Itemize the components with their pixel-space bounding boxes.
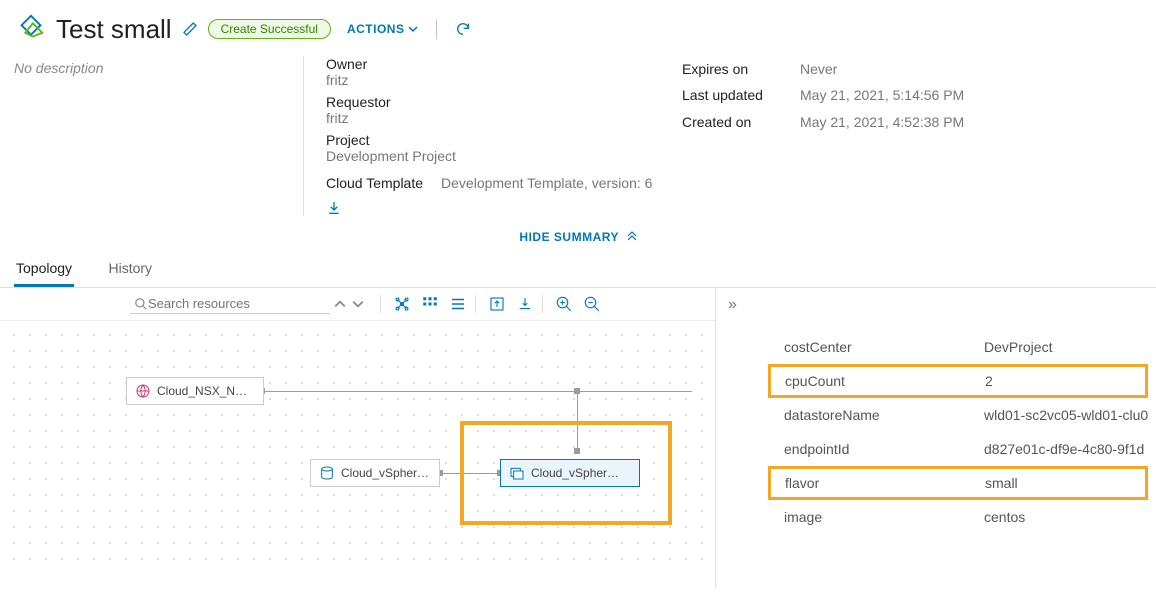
download-icon[interactable]: [326, 200, 682, 216]
summary-right-col: Expires on Never Last updated May 21, 2021…: [682, 56, 1142, 216]
property-key: costCenter: [784, 339, 984, 355]
requestor-label: Requestor: [326, 94, 682, 110]
workspace: Cloud_NSX_N… Cloud_vSpher… Cloud_vSpher……: [0, 288, 1156, 588]
hide-summary-button[interactable]: HIDE SUMMARY: [0, 216, 1156, 252]
summary-section: No description Owner fritz Requestor fri…: [0, 50, 1156, 216]
prev-icon[interactable]: [334, 298, 346, 310]
tabs: Topology History: [0, 252, 1156, 288]
updated-value: May 21, 2021, 5:14:56 PM: [800, 84, 964, 106]
node-label: Cloud_vSpher…: [531, 466, 619, 480]
description: No description: [14, 56, 304, 216]
node-label: Cloud_vSpher…: [341, 466, 429, 480]
export-icon[interactable]: [488, 295, 506, 313]
property-key: image: [784, 509, 984, 525]
hide-summary-label: HIDE SUMMARY: [519, 230, 618, 244]
collapse-panel-icon[interactable]: »: [728, 296, 737, 314]
grid-view-icon[interactable]: [421, 295, 439, 313]
property-row-costCenter: costCenterDevProject: [784, 330, 1156, 364]
property-row-flavor: flavorsmall: [768, 466, 1148, 500]
node-nsx[interactable]: Cloud_NSX_N…: [126, 377, 264, 405]
property-key: cpuCount: [785, 373, 985, 389]
created-value: May 21, 2021, 4:52:38 PM: [800, 111, 964, 133]
expires-value: Never: [800, 58, 837, 80]
property-key: flavor: [785, 475, 985, 491]
zoom-in-icon[interactable]: [555, 295, 573, 313]
properties-panel: » costCenterDevProjectcpuCount2datastore…: [716, 288, 1156, 588]
actions-label: ACTIONS: [347, 22, 405, 36]
updated-label: Last updated: [682, 84, 782, 106]
property-value: DevProject: [984, 339, 1156, 355]
property-value: 2: [985, 373, 1145, 389]
chevron-down-icon: [408, 24, 418, 34]
property-value: centos: [984, 509, 1156, 525]
refresh-icon[interactable]: [455, 21, 471, 37]
topology-canvas[interactable]: Cloud_NSX_N… Cloud_vSpher… Cloud_vSpher…: [0, 321, 715, 561]
property-value: d827e01c-df9e-4c80-9f1d: [984, 441, 1156, 457]
node-label: Cloud_NSX_N…: [157, 384, 247, 398]
node-vm-selected[interactable]: Cloud_vSpher…: [500, 459, 640, 487]
actions-button[interactable]: ACTIONS: [347, 22, 419, 36]
divider: [436, 19, 437, 39]
edit-icon[interactable]: [182, 21, 198, 37]
project-value: Development Project: [326, 148, 682, 164]
property-value: wld01-sc2vc05-wld01-clu0: [984, 407, 1156, 423]
property-row-image: imagecentos: [784, 500, 1156, 534]
property-value: small: [985, 475, 1145, 491]
status-badge: Create Successful: [208, 19, 331, 39]
logo-title: Test small: [14, 12, 172, 46]
property-key: endpointId: [784, 441, 984, 457]
property-row-endpointId: endpointIdd827e01c-df9e-4c80-9f1d: [784, 432, 1156, 466]
vm-icon: [509, 465, 525, 481]
property-key: datastoreName: [784, 407, 984, 423]
chevron-up-icon: [627, 230, 637, 244]
search-icon: [134, 297, 148, 311]
disk-icon: [319, 465, 335, 481]
search-box[interactable]: [130, 294, 330, 314]
created-label: Created on: [682, 111, 782, 133]
project-label: Project: [326, 132, 682, 148]
logo-icon: [14, 12, 48, 46]
tab-topology[interactable]: Topology: [14, 252, 74, 287]
requestor-value: fritz: [326, 110, 682, 126]
property-row-datastoreName: datastoreNamewld01-sc2vc05-wld01-clu0: [784, 398, 1156, 432]
tab-history[interactable]: History: [107, 252, 155, 284]
property-row-cpuCount: cpuCount2: [768, 364, 1148, 398]
next-icon[interactable]: [352, 298, 364, 310]
search-nav: [334, 298, 364, 310]
properties-list: costCenterDevProjectcpuCount2datastoreNa…: [716, 300, 1156, 534]
summary-left-col: Owner fritz Requestor fritz Project Deve…: [304, 56, 682, 216]
network-icon: [135, 383, 151, 399]
owner-label: Owner: [326, 56, 682, 72]
deployment-header: Test small Create Successful ACTIONS: [0, 0, 1156, 50]
zoom-out-icon[interactable]: [583, 295, 601, 313]
template-value: Development Template, version: 6: [441, 172, 652, 194]
canvas-toolbar: [0, 288, 715, 321]
expires-label: Expires on: [682, 58, 782, 80]
node-disk[interactable]: Cloud_vSpher…: [310, 459, 440, 487]
owner-value: fritz: [326, 72, 682, 88]
page-title: Test small: [56, 14, 172, 45]
graph-view-icon[interactable]: [393, 295, 411, 313]
canvas-area: Cloud_NSX_N… Cloud_vSpher… Cloud_vSpher…: [0, 288, 716, 588]
connector: [262, 391, 692, 392]
template-label: Cloud Template: [326, 172, 423, 194]
list-view-icon[interactable]: [449, 295, 467, 313]
import-icon[interactable]: [516, 295, 534, 313]
search-input[interactable]: [148, 296, 298, 311]
